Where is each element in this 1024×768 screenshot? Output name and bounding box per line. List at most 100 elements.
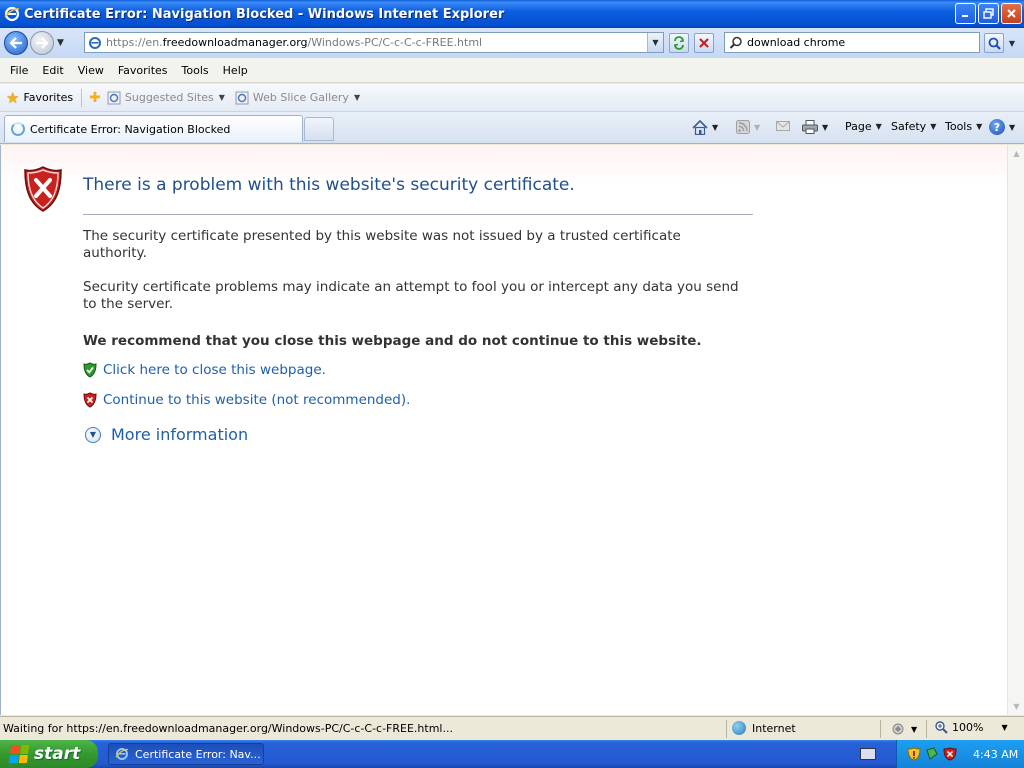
menu-file[interactable]: File [3, 64, 35, 77]
tools-menu-button[interactable]: Tools ▼ [945, 120, 982, 133]
search-input[interactable]: download chrome [747, 36, 845, 49]
more-information-toggle[interactable]: ▼ More information [85, 425, 248, 444]
print-button[interactable]: ▼ [802, 120, 828, 134]
error-paragraph-2: Security certificate problems may indica… [83, 279, 739, 312]
back-button[interactable] [4, 31, 28, 55]
taskbar-item-ie[interactable]: Certificate Error: Nav... [108, 743, 264, 765]
chevron-down-icon: ▼ [85, 426, 101, 443]
read-mail-button[interactable] [776, 120, 790, 132]
search-options-dropdown[interactable]: ▼ [1005, 33, 1019, 53]
title-bar: Certificate Error: Navigation Blocked - … [0, 0, 1024, 28]
red-x-shield-icon [83, 392, 97, 408]
status-text: Waiting for https://en.freedownloadmanag… [3, 722, 453, 735]
address-toolbar: ▼ https://en. freedownloadmanager.org/Win… [0, 28, 1024, 58]
error-shield-icon [24, 166, 62, 212]
forward-button[interactable] [30, 31, 54, 55]
tools-menu-label: Tools [945, 120, 973, 133]
recommendation-text: We recommend that you close this webpage… [83, 333, 702, 349]
chevron-down-icon: ▼ [1001, 723, 1008, 732]
add-to-favorites-bar-icon[interactable]: ✚ [89, 90, 101, 106]
separator [81, 88, 83, 107]
new-tab-button[interactable] [304, 117, 334, 141]
chevron-down-icon: ▼ [1009, 122, 1016, 132]
back-arrow-icon [9, 37, 22, 49]
scroll-up-icon[interactable]: ▲ [1008, 145, 1024, 162]
web-slice-ie-icon [235, 91, 249, 104]
more-information-label: More information [111, 425, 249, 444]
suggested-sites-link[interactable]: Suggested Sites ▼ [107, 91, 225, 105]
green-check-shield-icon [83, 362, 97, 378]
system-tray: 4:43 AM [896, 740, 1024, 768]
restore-icon [983, 8, 994, 19]
menu-help[interactable]: Help [216, 64, 255, 77]
restore-button[interactable] [978, 3, 999, 24]
taskbar: start Certificate Error: Nav... 4:43 AM [0, 740, 1024, 768]
address-bar[interactable]: https://en. freedownloadmanager.org/Windo… [84, 32, 664, 53]
page-content: There is a problem with this website's s… [0, 145, 1007, 715]
windows-logo-icon [8, 745, 30, 763]
tab-certificate-error[interactable]: Certificate Error: Navigation Blocked [4, 115, 303, 142]
network-icon[interactable] [925, 747, 939, 761]
vertical-scrollbar[interactable]: ▲ ▼ [1007, 145, 1024, 715]
menu-favorites[interactable]: Favorites [111, 64, 175, 77]
menu-tools[interactable]: Tools [175, 64, 216, 77]
address-dropdown[interactable]: ▼ [647, 33, 663, 52]
refresh-icon [674, 36, 684, 50]
chevron-down-icon: ▼ [976, 122, 983, 131]
minimize-button[interactable] [955, 3, 976, 24]
status-bar: Waiting for https://en.freedownloadmanag… [0, 716, 1024, 740]
chevron-down-icon: ▼ [911, 724, 918, 734]
zoom-level: 100% [952, 721, 984, 734]
menu-edit[interactable]: Edit [35, 64, 70, 77]
favorites-bar: ★ Favorites ✚ Suggested Sites ▼ Web Slic… [0, 84, 1024, 112]
page-menu-button[interactable]: Page ▼ [845, 120, 882, 133]
search-go-icon [988, 37, 1001, 50]
tab-label: Certificate Error: Navigation Blocked [30, 122, 231, 136]
close-button[interactable] [1001, 3, 1022, 24]
stop-icon [699, 38, 709, 48]
favorites-button[interactable]: ★ Favorites [6, 89, 73, 107]
help-button[interactable]: ? ▼ [989, 119, 1015, 135]
web-slice-gallery-link[interactable]: Web Slice Gallery ▼ [235, 91, 360, 105]
minimize-icon [962, 15, 968, 17]
home-button[interactable]: ▼ [692, 120, 718, 135]
refresh-button[interactable] [669, 33, 689, 53]
protected-mode-indicator[interactable]: ▼ [891, 722, 917, 736]
zoom-control[interactable]: 100% ▼ [935, 721, 1008, 734]
feeds-button[interactable]: ▼ [736, 120, 760, 134]
security-shield-icon[interactable] [943, 747, 957, 761]
continue-website-link[interactable]: Continue to this website (not recommende… [103, 392, 410, 408]
safety-menu-button[interactable]: Safety ▼ [891, 120, 936, 133]
tab-bar: Certificate Error: Navigation Blocked ▼ … [0, 112, 1024, 144]
status-divider [880, 720, 881, 738]
recent-pages-dropdown[interactable]: ▼ [57, 38, 69, 48]
continue-website-option: Continue to this website (not recommende… [83, 392, 410, 408]
start-button[interactable]: start [0, 740, 98, 768]
web-slice-gallery-label: Web Slice Gallery [252, 91, 349, 104]
search-icon [729, 36, 742, 49]
start-label: start [34, 744, 81, 764]
search-button[interactable] [984, 33, 1004, 53]
window-title: Certificate Error: Navigation Blocked - … [24, 6, 505, 22]
url-host: freedownloadmanager.org [162, 36, 308, 49]
suggested-sites-label: Suggested Sites [124, 91, 214, 104]
chevron-down-icon: ▼ [875, 122, 882, 131]
ie-icon [115, 748, 129, 760]
loading-icon [11, 122, 25, 136]
chevron-down-icon: ▼ [353, 93, 361, 102]
chevron-down-icon: ▼ [822, 122, 829, 132]
search-box[interactable]: download chrome [724, 32, 980, 53]
keyboard-icon[interactable] [860, 748, 876, 760]
security-alert-icon[interactable] [907, 747, 921, 761]
chevron-down-icon: ▼ [218, 93, 225, 102]
close-webpage-link[interactable]: Click here to close this webpage. [103, 362, 326, 378]
menu-view[interactable]: View [71, 64, 111, 77]
scroll-down-icon[interactable]: ▼ [1008, 698, 1024, 715]
chevron-down-icon: ▼ [712, 123, 719, 132]
page-menu-label: Page [845, 120, 872, 133]
security-zone[interactable]: Internet [732, 721, 796, 735]
stop-button[interactable] [694, 33, 714, 53]
status-divider [926, 720, 927, 738]
menu-bar: File Edit View Favorites Tools Help [0, 58, 1024, 83]
status-divider [726, 720, 727, 738]
